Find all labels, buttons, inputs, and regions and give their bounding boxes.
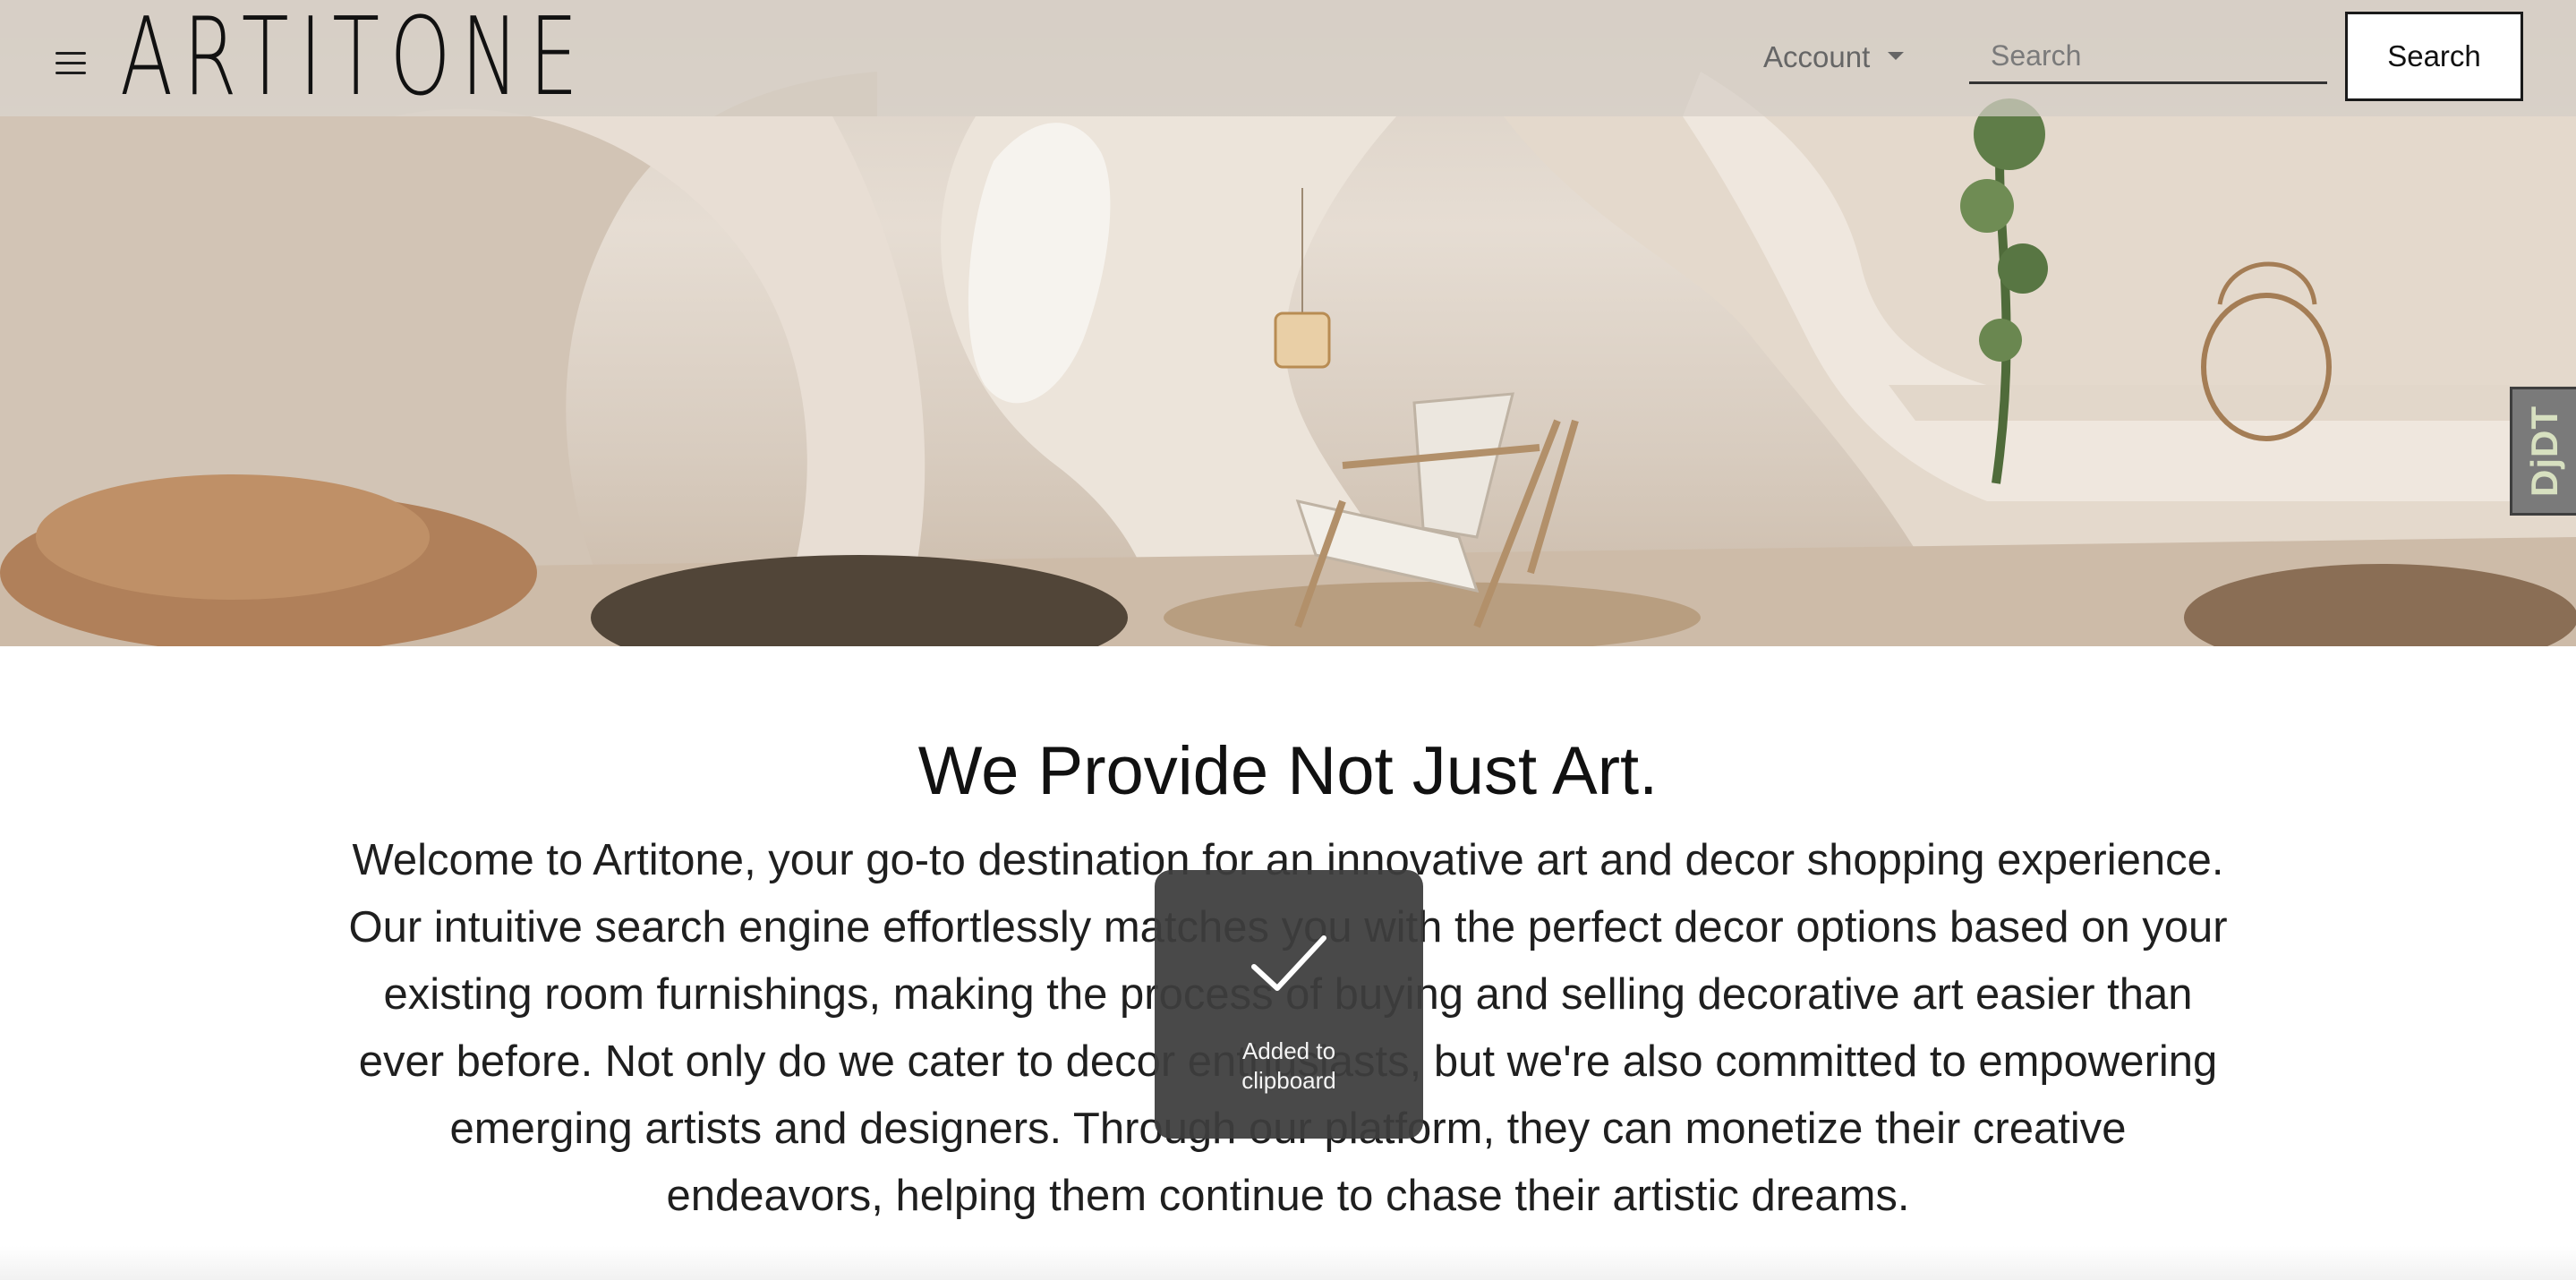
- hamburger-menu-icon[interactable]: [55, 52, 88, 75]
- top-navbar: ARTITONE Account Search: [0, 0, 2576, 116]
- search-input[interactable]: [1969, 30, 2327, 84]
- debug-toolbar-label: DjDT: [2522, 405, 2565, 497]
- account-label: Account: [1763, 40, 1871, 73]
- caret-down-icon: [1888, 51, 1905, 60]
- clipboard-toast: Added to clipboard: [1155, 870, 1423, 1139]
- checkmark-icon: [1251, 935, 1326, 991]
- account-dropdown[interactable]: Account: [1763, 36, 1905, 79]
- artitone-logo[interactable]: ARTITONE: [120, 4, 588, 112]
- page-headline: We Provide Not Just Art.: [917, 733, 1659, 809]
- section-divider-shadow: [0, 1246, 2576, 1280]
- search-button[interactable]: Search: [2345, 12, 2523, 101]
- debug-toolbar-handle[interactable]: DjDT: [2510, 387, 2576, 516]
- toast-message: Added to clipboard: [1241, 1037, 1336, 1094]
